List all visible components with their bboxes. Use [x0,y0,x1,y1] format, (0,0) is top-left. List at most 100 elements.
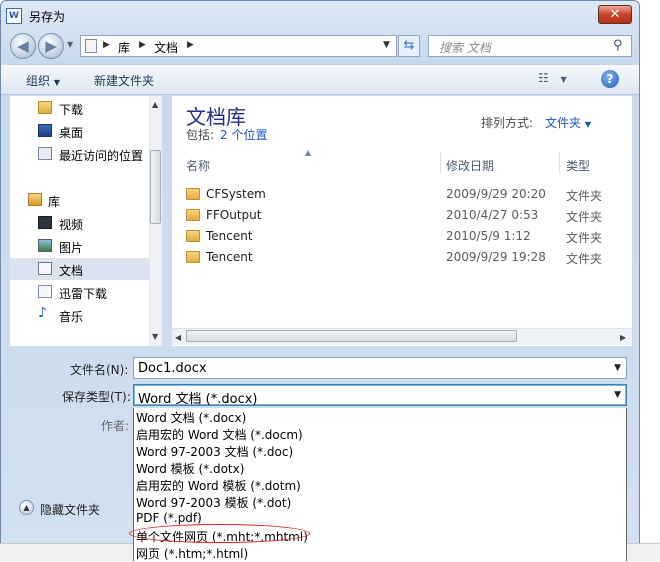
column-header-name[interactable]: 名称 [186,157,210,174]
nav-item-recent-places[interactable]: 最近访问的位置 [10,143,150,165]
chevron-down-icon: ▼ [584,120,591,129]
breadcrumb-separator-icon: ▶ [103,40,110,50]
savetype-label: 保存类型(T): [62,390,131,404]
nav-item-label: 视频 [59,218,84,232]
library-locations-link[interactable]: 2 个位置 [220,126,267,143]
nav-item-library[interactable]: 库 [10,189,150,211]
refresh-button[interactable]: ⇆ [398,35,420,57]
file-type: 文件夹 [566,210,603,224]
search-icon[interactable]: ⚲ [613,38,623,53]
savetype-value: Word 文档 (*.docx) [138,392,258,407]
nav-item-label: 迅雷下载 [59,287,108,301]
file-date: 2009/9/29 20:20 [446,187,546,201]
file-type: 文件夹 [566,252,603,266]
recent-pages-dropdown-icon[interactable]: ▼ [67,40,73,49]
column-divider[interactable] [440,152,441,174]
nav-item-label: 下载 [59,103,84,117]
nav-item-label: 最近访问的位置 [59,149,144,163]
close-button[interactable]: ✕ [598,5,632,24]
file-type: 文件夹 [566,231,603,245]
recent-places-icon [38,147,52,160]
nav-item-label: 图片 [59,241,84,255]
filename-label: 文件名(N): [70,363,129,377]
savetype-option[interactable]: Word 文档 (*.docx) [136,409,246,426]
refresh-icon: ⇆ [403,38,415,53]
address-history-dropdown-icon[interactable]: ▼ [383,40,390,50]
forward-arrow-icon: ▶ [45,37,57,55]
file-date: 2010/4/27 0:53 [446,208,539,222]
savetype-option[interactable]: Word 模板 (*.dotx) [136,460,244,477]
library-icon [28,193,42,206]
nav-item-downloads[interactable]: 下载 [10,97,150,119]
scroll-left-icon[interactable]: ◀ [175,333,181,342]
nav-item-desktop[interactable]: 桌面 [10,120,150,142]
pictures-icon [38,239,52,252]
documents-icon [38,262,52,275]
column-divider[interactable] [559,152,560,174]
library-includes-label: 包括: [186,128,215,142]
command-toolbar: 组织 ▼ 新建文件夹 ☷ ▼ ? [1,64,639,95]
search-input[interactable]: 搜索 文档 ⚲ [428,35,632,57]
scroll-down-icon[interactable]: ▼ [152,332,158,341]
breadcrumb-separator-icon[interactable]: ▶ [139,40,146,50]
file-date: 2010/5/9 1:12 [446,229,531,243]
back-button[interactable]: ◀ [10,33,36,59]
nav-item-videos[interactable]: 视频 [10,212,150,234]
title-bar: W 另存为 ✕ [0,0,640,30]
organize-label: 组织 [26,74,51,88]
music-icon: ♪ [38,305,47,321]
breadcrumb-separator-icon[interactable]: ▶ [187,40,194,50]
savetype-option[interactable]: Word 97-2003 文档 (*.doc) [136,443,293,460]
savetype-option[interactable]: Word 97-2003 模板 (*.dot) [136,494,291,511]
nav-item-label: 库 [48,195,61,209]
file-row[interactable]: Tencent 2009/9/29 19:28 文件夹 [186,248,632,269]
folder-icon [186,230,200,242]
desktop-icon [38,124,52,137]
hide-folders-button[interactable]: 隐藏文件夹 [40,501,100,518]
file-name: Tencent [206,229,253,243]
download-folder-icon [38,101,52,114]
window-title: 另存为 [29,10,66,24]
file-type: 文件夹 [566,189,603,203]
file-name: Tencent [206,250,253,264]
scroll-up-icon[interactable]: ▲ [152,100,158,109]
video-icon [38,216,52,229]
breadcrumb-library[interactable]: 库 [118,39,130,56]
column-header-type[interactable]: 类型 [566,157,590,174]
arrange-by-dropdown[interactable]: 文件夹 ▼ [545,114,591,131]
savetype-option[interactable]: 启用宏的 Word 文档 (*.docm) [136,426,303,443]
forward-button[interactable]: ▶ [38,33,64,59]
nav-item-xunlei-downloads[interactable]: 迅雷下载 [10,281,150,303]
sort-ascending-icon: ▲ [305,148,312,157]
nav-item-pictures[interactable]: 图片 [10,235,150,257]
breadcrumb-documents[interactable]: 文档 [154,39,178,56]
collapse-up-icon[interactable]: ▲ [19,500,34,515]
chevron-down-icon[interactable]: ▼ [614,390,621,400]
organize-button[interactable]: 组织 ▼ [26,72,60,89]
nav-scroll-thumb[interactable] [150,150,161,224]
file-list-scroll-thumb[interactable] [186,330,517,342]
column-header-modified[interactable]: 修改日期 [446,157,494,174]
new-folder-button[interactable]: 新建文件夹 [94,72,154,89]
savetype-option[interactable]: 网页 (*.htm;*.html) [136,545,248,562]
arrange-by-label: 排列方式: [481,116,534,130]
savetype-option[interactable]: 启用宏的 Word 模板 (*.dotm) [136,477,301,494]
view-options-icon[interactable]: ☷ ▼ [538,71,567,85]
address-bar[interactable]: ▶ 库 ▶ 文档 ▶ ▼ [80,35,397,57]
nav-item-documents[interactable]: 文档 [10,258,150,280]
chevron-down-icon[interactable]: ▼ [614,363,621,373]
savetype-select[interactable]: Word 文档 (*.docx) ▼ [133,384,627,407]
nav-item-music[interactable]: ♪ 音乐 [10,304,150,326]
help-icon[interactable]: ? [601,70,619,88]
nav-item-label: 文档 [59,264,84,278]
file-row[interactable]: Tencent 2010/5/9 1:12 文件夹 [186,227,632,248]
scroll-right-icon[interactable]: ▶ [620,333,626,342]
download-folder-icon [38,285,52,298]
word-app-icon: W [6,8,22,24]
savetype-option[interactable]: PDF (*.pdf) [136,511,202,525]
filename-input[interactable]: Doc1.docx ▼ [133,357,627,379]
nav-item-label: 音乐 [59,310,84,324]
file-row[interactable]: CFSystem 2009/9/29 20:20 文件夹 [186,185,632,206]
documents-location-icon [85,39,97,53]
file-row[interactable]: FFOutput 2010/4/27 0:53 文件夹 [186,206,632,227]
